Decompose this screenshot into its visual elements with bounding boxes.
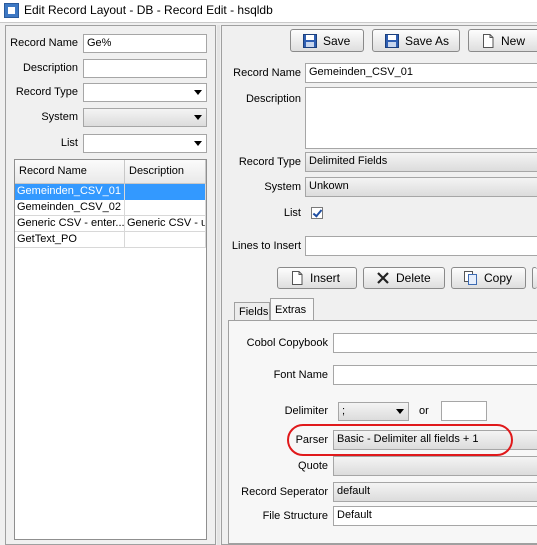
file-structure-select[interactable]: Default (333, 506, 537, 526)
column-header-record-name[interactable]: Record Name (15, 160, 125, 184)
table-row[interactable]: Generic CSV - enter... Generic CSV - use (15, 216, 206, 232)
record-name-label: Record Name (233, 67, 301, 79)
table-cell-name: Gemeinden_CSV_01 (15, 184, 125, 200)
table-cell-name: Generic CSV - enter... (15, 216, 125, 232)
copy-icon (464, 271, 478, 285)
results-table[interactable]: Record Name Description Gemeinden_CSV_01… (14, 159, 207, 540)
system-label: System (264, 181, 301, 193)
table-row[interactable]: Gemeinden_CSV_02 (15, 200, 206, 216)
splitter-handle[interactable] (217, 25, 220, 545)
chevron-down-icon (194, 141, 202, 146)
system-select[interactable]: Unkown (305, 177, 537, 197)
search-system-select[interactable] (83, 108, 207, 127)
column-header-description[interactable]: Description (125, 160, 206, 184)
table-cell-description (125, 184, 206, 200)
record-name-input[interactable]: Gemeinden_CSV_01 (305, 63, 537, 83)
new-document-icon (481, 33, 495, 48)
new-button[interactable]: New (468, 29, 537, 52)
save-button[interactable]: Save (290, 29, 364, 52)
parser-highlight-outline (287, 424, 513, 456)
quote-select[interactable] (333, 456, 537, 476)
chevron-down-icon (396, 409, 404, 414)
title-bar: Edit Record Layout - DB - Record Edit - … (0, 0, 537, 23)
description-label: Description (245, 93, 301, 105)
more-actions-button[interactable] (532, 267, 537, 289)
tab-extras[interactable]: Extras (270, 298, 314, 320)
search-record-type-select[interactable] (83, 83, 207, 102)
table-cell-description (125, 232, 206, 248)
delimiter-select[interactable]: ; (338, 402, 409, 421)
or-label: or (419, 405, 429, 417)
app-icon (4, 3, 19, 18)
record-type-select[interactable]: Delimited Fields (305, 152, 537, 172)
tab-fields[interactable]: Fields (234, 302, 270, 320)
record-separator-select[interactable]: default (333, 482, 537, 502)
search-system-label: System (41, 111, 78, 123)
list-checkbox[interactable] (311, 207, 323, 219)
delete-button[interactable]: Delete (363, 267, 445, 289)
search-list-select[interactable] (83, 134, 207, 153)
lines-to-insert-input[interactable] (305, 236, 537, 256)
search-list-label: List (60, 137, 78, 149)
search-record-name-label: Record Name (10, 37, 78, 49)
copy-button[interactable]: Copy (451, 267, 526, 289)
chevron-down-icon (194, 115, 202, 120)
table-cell-name: GetText_PO (15, 232, 125, 248)
table-row[interactable]: Gemeinden_CSV_01 (15, 184, 206, 200)
delimiter-other-input[interactable] (441, 401, 487, 421)
record-type-label: Record Type (238, 156, 301, 168)
chevron-down-icon (194, 90, 202, 95)
font-name-label: Font Name (273, 369, 328, 381)
file-structure-label: File Structure (262, 510, 328, 522)
table-cell-name: Gemeinden_CSV_02 (15, 200, 125, 216)
table-cell-description (125, 200, 206, 216)
search-record-type-label: Record Type (15, 86, 78, 98)
delete-x-icon (376, 271, 390, 285)
cobol-copybook-label: Cobol Copybook (246, 337, 328, 349)
cobol-copybook-input[interactable] (333, 333, 537, 353)
list-label: List (283, 207, 301, 219)
record-separator-label: Record Seperator (241, 486, 328, 498)
search-description-input[interactable] (83, 59, 207, 78)
table-cell-description: Generic CSV - use (125, 216, 206, 232)
save-as-button[interactable]: Save As (372, 29, 460, 52)
lines-to-insert-label: Lines to Insert (231, 240, 301, 252)
search-record-name-input[interactable]: Ge% (83, 34, 207, 53)
font-name-input[interactable] (333, 365, 537, 385)
table-row[interactable]: GetText_PO (15, 232, 206, 248)
new-document-icon (290, 271, 304, 285)
save-as-icon (385, 33, 399, 48)
window-title: Edit Record Layout - DB - Record Edit - … (24, 3, 273, 17)
delimiter-label: Delimiter (284, 405, 328, 417)
description-textarea[interactable] (305, 87, 537, 149)
quote-label: Quote (298, 460, 328, 472)
search-description-label: Description (22, 62, 78, 74)
save-icon (303, 33, 317, 48)
insert-button[interactable]: Insert (277, 267, 357, 289)
